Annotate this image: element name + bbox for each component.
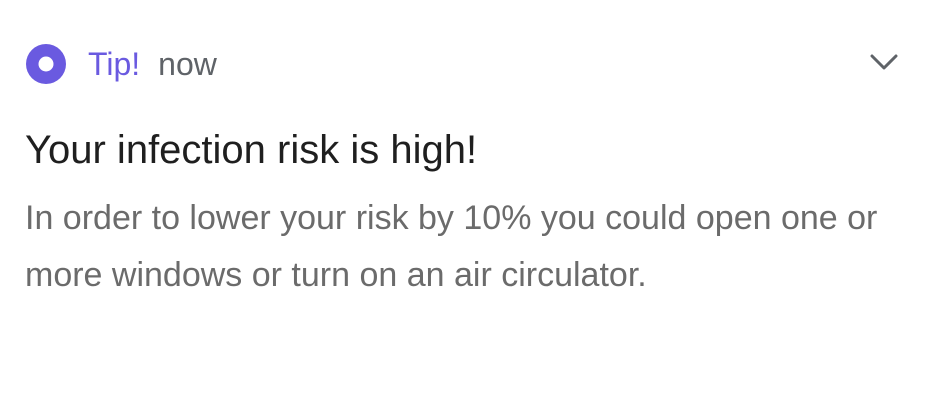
notification-card[interactable]: Tip! now Your infection risk is high! In… xyxy=(0,0,931,402)
ring-icon xyxy=(26,44,66,84)
expand-button[interactable] xyxy=(864,48,904,80)
timestamp: now xyxy=(158,46,217,82)
app-name: Tip! xyxy=(88,46,141,82)
notification-title: Your infection risk is high! xyxy=(25,128,478,172)
notification-body: In order to lower your risk by 10% you c… xyxy=(25,199,878,294)
chevron-down-icon xyxy=(868,52,900,77)
notification-header: Tip! now xyxy=(26,44,217,84)
